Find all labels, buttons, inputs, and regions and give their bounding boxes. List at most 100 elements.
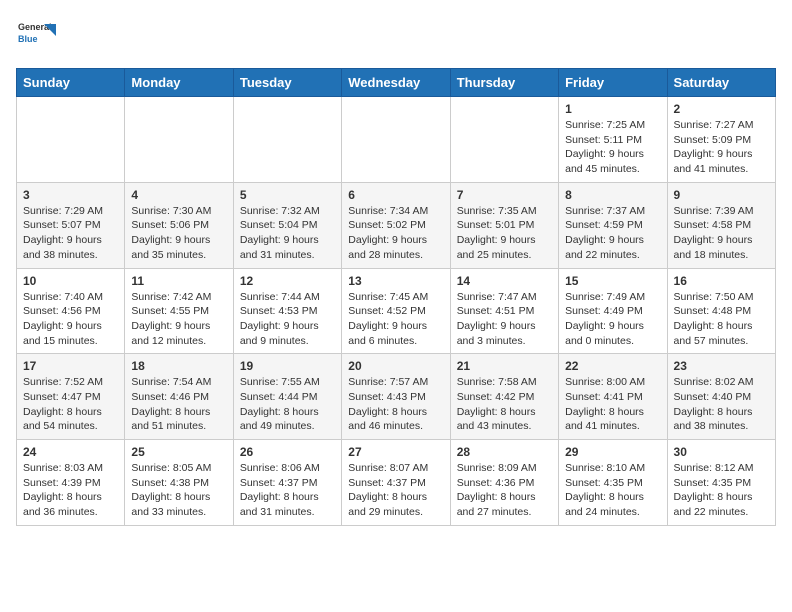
calendar-cell: 14 Sunrise: 7:47 AM Sunset: 4:51 PM Dayli…: [450, 268, 558, 354]
day-number: 8: [565, 188, 660, 202]
week-row-5: 24Sunrise: 8:03 AM Sunset: 4:39 PM Dayli…: [17, 440, 776, 526]
day-info: Sunrise: 7:45 AM Sunset: 4:52 PM Dayligh…: [348, 290, 443, 349]
day-number: 2: [674, 102, 769, 116]
weekday-header-friday: Friday: [559, 69, 667, 97]
day-info: Sunrise: 8:02 AM Sunset: 4:40 PM Dayligh…: [674, 375, 769, 434]
calendar-cell: 19 Sunrise: 7:55 AM Sunset: 4:44 PM Dayli…: [233, 354, 341, 440]
day-info: Sunrise: 7:34 AM Sunset: 5:02 PM Dayligh…: [348, 204, 443, 263]
day-number: 9: [674, 188, 769, 202]
calendar-cell: 29 Sunrise: 8:10 AM Sunset: 4:35 PM Dayli…: [559, 440, 667, 526]
day-info: Sunrise: 7:29 AM Sunset: 5:07 PM Dayligh…: [23, 204, 118, 263]
calendar-cell: 8 Sunrise: 7:37 AM Sunset: 4:59 PM Daylig…: [559, 182, 667, 268]
day-info: Sunrise: 7:44 AM Sunset: 4:53 PM Dayligh…: [240, 290, 335, 349]
day-info: Sunrise: 7:39 AM Sunset: 4:58 PM Dayligh…: [674, 204, 769, 263]
weekday-header-saturday: Saturday: [667, 69, 775, 97]
day-number: 19: [240, 359, 335, 373]
day-info: Sunrise: 7:27 AM Sunset: 5:09 PM Dayligh…: [674, 118, 769, 177]
calendar-cell: 23Sunrise: 8:02 AM Sunset: 4:40 PM Dayli…: [667, 354, 775, 440]
day-info: Sunrise: 7:42 AM Sunset: 4:55 PM Dayligh…: [131, 290, 226, 349]
day-number: 21: [457, 359, 552, 373]
calendar-cell: 1Sunrise: 7:25 AM Sunset: 5:11 PM Daylig…: [559, 97, 667, 183]
calendar-cell: 30 Sunrise: 8:12 AM Sunset: 4:35 PM Dayli…: [667, 440, 775, 526]
day-number: 5: [240, 188, 335, 202]
day-number: 15: [565, 274, 660, 288]
calendar-cell: 18 Sunrise: 7:54 AM Sunset: 4:46 PM Dayli…: [125, 354, 233, 440]
day-info: Sunrise: 8:07 AM Sunset: 4:37 PM Dayligh…: [348, 461, 443, 520]
calendar-cell: 11 Sunrise: 7:42 AM Sunset: 4:55 PM Dayli…: [125, 268, 233, 354]
calendar-cell: 5Sunrise: 7:32 AM Sunset: 5:04 PM Daylig…: [233, 182, 341, 268]
calendar-cell: [450, 97, 558, 183]
day-info: Sunrise: 8:09 AM Sunset: 4:36 PM Dayligh…: [457, 461, 552, 520]
weekday-header-wednesday: Wednesday: [342, 69, 450, 97]
day-number: 7: [457, 188, 552, 202]
day-number: 13: [348, 274, 443, 288]
calendar-cell: [233, 97, 341, 183]
calendar-cell: 15 Sunrise: 7:49 AM Sunset: 4:49 PM Dayli…: [559, 268, 667, 354]
calendar-cell: 10Sunrise: 7:40 AM Sunset: 4:56 PM Dayli…: [17, 268, 125, 354]
day-info: Sunrise: 8:05 AM Sunset: 4:38 PM Dayligh…: [131, 461, 226, 520]
calendar-cell: 25 Sunrise: 8:05 AM Sunset: 4:38 PM Dayli…: [125, 440, 233, 526]
calendar-cell: 20Sunrise: 7:57 AM Sunset: 4:43 PM Dayli…: [342, 354, 450, 440]
day-number: 1: [565, 102, 660, 116]
weekday-header-tuesday: Tuesday: [233, 69, 341, 97]
calendar-cell: 16Sunrise: 7:50 AM Sunset: 4:48 PM Dayli…: [667, 268, 775, 354]
day-info: Sunrise: 8:06 AM Sunset: 4:37 PM Dayligh…: [240, 461, 335, 520]
day-number: 17: [23, 359, 118, 373]
day-info: Sunrise: 8:12 AM Sunset: 4:35 PM Dayligh…: [674, 461, 769, 520]
day-info: Sunrise: 7:30 AM Sunset: 5:06 PM Dayligh…: [131, 204, 226, 263]
week-row-1: 1Sunrise: 7:25 AM Sunset: 5:11 PM Daylig…: [17, 97, 776, 183]
day-info: Sunrise: 7:55 AM Sunset: 4:44 PM Dayligh…: [240, 375, 335, 434]
day-number: 11: [131, 274, 226, 288]
calendar-cell: 17 Sunrise: 7:52 AM Sunset: 4:47 PM Dayli…: [17, 354, 125, 440]
calendar-cell: 21 Sunrise: 7:58 AM Sunset: 4:42 PM Dayli…: [450, 354, 558, 440]
calendar-cell: [17, 97, 125, 183]
weekday-header-thursday: Thursday: [450, 69, 558, 97]
week-row-3: 10Sunrise: 7:40 AM Sunset: 4:56 PM Dayli…: [17, 268, 776, 354]
calendar-cell: 26 Sunrise: 8:06 AM Sunset: 4:37 PM Dayli…: [233, 440, 341, 526]
logo-svg: General Blue: [16, 16, 56, 56]
calendar-cell: 28 Sunrise: 8:09 AM Sunset: 4:36 PM Dayli…: [450, 440, 558, 526]
day-info: Sunrise: 8:03 AM Sunset: 4:39 PM Dayligh…: [23, 461, 118, 520]
day-info: Sunrise: 8:10 AM Sunset: 4:35 PM Dayligh…: [565, 461, 660, 520]
day-number: 6: [348, 188, 443, 202]
day-info: Sunrise: 7:52 AM Sunset: 4:47 PM Dayligh…: [23, 375, 118, 434]
week-row-2: 3Sunrise: 7:29 AM Sunset: 5:07 PM Daylig…: [17, 182, 776, 268]
day-number: 10: [23, 274, 118, 288]
calendar-cell: 6 Sunrise: 7:34 AM Sunset: 5:02 PM Daylig…: [342, 182, 450, 268]
day-number: 28: [457, 445, 552, 459]
calendar-cell: 3Sunrise: 7:29 AM Sunset: 5:07 PM Daylig…: [17, 182, 125, 268]
svg-text:General: General: [18, 22, 52, 32]
day-info: Sunrise: 7:50 AM Sunset: 4:48 PM Dayligh…: [674, 290, 769, 349]
calendar-cell: 13 Sunrise: 7:45 AM Sunset: 4:52 PM Dayli…: [342, 268, 450, 354]
day-info: Sunrise: 7:49 AM Sunset: 4:49 PM Dayligh…: [565, 290, 660, 349]
calendar-cell: [342, 97, 450, 183]
day-info: Sunrise: 8:00 AM Sunset: 4:41 PM Dayligh…: [565, 375, 660, 434]
calendar-cell: 2 Sunrise: 7:27 AM Sunset: 5:09 PM Daylig…: [667, 97, 775, 183]
day-info: Sunrise: 7:37 AM Sunset: 4:59 PM Dayligh…: [565, 204, 660, 263]
day-number: 18: [131, 359, 226, 373]
day-info: Sunrise: 7:35 AM Sunset: 5:01 PM Dayligh…: [457, 204, 552, 263]
calendar-table: SundayMondayTuesdayWednesdayThursdayFrid…: [16, 68, 776, 526]
calendar-cell: 24Sunrise: 8:03 AM Sunset: 4:39 PM Dayli…: [17, 440, 125, 526]
day-info: Sunrise: 7:54 AM Sunset: 4:46 PM Dayligh…: [131, 375, 226, 434]
day-number: 25: [131, 445, 226, 459]
calendar-cell: [125, 97, 233, 183]
day-number: 4: [131, 188, 226, 202]
calendar-cell: 7 Sunrise: 7:35 AM Sunset: 5:01 PM Daylig…: [450, 182, 558, 268]
week-row-4: 17 Sunrise: 7:52 AM Sunset: 4:47 PM Dayli…: [17, 354, 776, 440]
calendar-cell: 9 Sunrise: 7:39 AM Sunset: 4:58 PM Daylig…: [667, 182, 775, 268]
day-number: 29: [565, 445, 660, 459]
day-info: Sunrise: 7:58 AM Sunset: 4:42 PM Dayligh…: [457, 375, 552, 434]
calendar-cell: 4 Sunrise: 7:30 AM Sunset: 5:06 PM Daylig…: [125, 182, 233, 268]
day-info: Sunrise: 7:47 AM Sunset: 4:51 PM Dayligh…: [457, 290, 552, 349]
day-number: 20: [348, 359, 443, 373]
weekday-header-monday: Monday: [125, 69, 233, 97]
day-number: 30: [674, 445, 769, 459]
day-number: 12: [240, 274, 335, 288]
day-number: 26: [240, 445, 335, 459]
day-number: 14: [457, 274, 552, 288]
svg-text:Blue: Blue: [18, 34, 38, 44]
calendar-cell: 22Sunrise: 8:00 AM Sunset: 4:41 PM Dayli…: [559, 354, 667, 440]
calendar-cell: 12 Sunrise: 7:44 AM Sunset: 4:53 PM Dayli…: [233, 268, 341, 354]
header: General Blue: [16, 16, 776, 56]
